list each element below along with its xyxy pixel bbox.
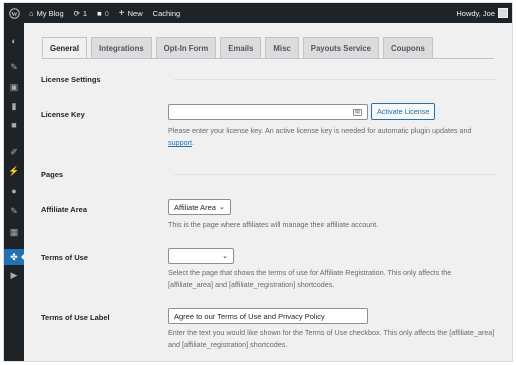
account-menu[interactable]: Howdy, Joe [451,3,512,23]
affiliate-area-select[interactable]: Affiliate Area ⌄ [168,199,231,215]
terms-of-use-label-description: Enter the text you would like shown for … [168,328,495,349]
greeting: Howdy, Joe [456,8,495,18]
chevron-down-icon: ⌄ [218,204,225,211]
plus-icon: + [118,7,125,19]
support-link[interactable]: support [168,138,192,147]
comments-icon: ■ [97,8,102,18]
plugins-icon[interactable]: ⚡ [4,163,24,179]
affiliatewp-icon[interactable]: ✤ [4,249,25,265]
new-label: New [127,8,143,18]
svg-text:W: W [11,10,18,17]
tabs-divider [42,58,494,59]
tab-general[interactable]: General [42,37,88,59]
license-key-input[interactable]: ▤ [168,104,368,120]
terms-of-use-select[interactable]: ⌄ [168,248,234,264]
terms-of-use-label: Terms of Use [41,253,88,262]
activate-license-button[interactable]: Activate License [371,103,436,120]
license-key-description: Please enter your license key. An active… [168,125,498,149]
wordpress-logo-icon[interactable]: W [4,3,24,23]
site-name: My Blog [36,8,64,18]
tab-misc[interactable]: Misc [265,37,299,58]
play-icon[interactable]: ▶ [4,267,24,283]
affiliate-area-label: Affiliate Area [41,205,87,214]
terms-of-use-label-input[interactable]: Agree to our Terms of Use and Privacy Po… [168,308,368,324]
updates-count: 1 [82,8,88,18]
tab-coupons[interactable]: Coupons [383,37,433,58]
comments-menu[interactable]: ■ 0 [92,3,114,23]
media-icon[interactable]: ▣ [4,79,24,95]
section-divider [174,79,496,80]
users-icon[interactable]: ● [4,183,24,199]
tab-emails[interactable]: Emails [220,37,262,58]
updates-icon: ⟳ [73,8,80,18]
caching-label: Caching [152,8,181,18]
license-settings-heading: License Settings [41,75,101,84]
terms-of-use-description: Select the page that shows the terms of … [168,268,452,289]
tools-icon[interactable]: ✎ [4,203,24,219]
caching-menu[interactable]: Caching [148,3,186,23]
pages-icon[interactable]: ▮ [4,98,24,114]
home-icon: ⌂ [29,8,34,18]
tab-opt-in-form[interactable]: Opt-In Form [155,37,217,58]
pages-heading: Pages [41,170,64,179]
license-description-end: . [191,138,194,147]
appearance-icon[interactable]: ✐ [4,144,24,160]
license-key-label: License Key [41,110,85,119]
license-description-text: Please enter your license key. An active… [168,126,472,135]
terms-of-use-label-value: Agree to our Terms of Use and Privacy Po… [174,311,325,321]
chevron-down-icon: ⌄ [222,253,228,260]
admin-bar: W ⌂ My Blog ⟳ 1 ■ 0 + New Caching Howdy,… [4,3,512,23]
tab-integrations[interactable]: Integrations [91,37,152,58]
comments-menu-icon[interactable]: ■ [4,117,24,133]
terms-of-use-label-label: Terms of Use Label [41,313,110,322]
updates-menu[interactable]: ⟳ 1 [69,3,92,23]
new-content-menu[interactable]: + New [114,3,148,23]
comments-count: 0 [104,8,109,18]
settings-content: General Integrations Opt-In Form Emails … [24,23,512,361]
affiliate-area-selected: Affiliate Area [174,202,216,212]
affiliate-area-description: This is the page where affiliates will m… [168,220,379,229]
pin-icon[interactable]: ✎ [4,59,24,75]
avatar [498,8,508,18]
screenshot-frame: W ⌂ My Blog ⟳ 1 ■ 0 + New Caching Howdy,… [3,2,513,362]
settings-tabs: General Integrations Opt-In Form Emails … [42,37,433,59]
dashboard-icon[interactable]: ◐ [4,33,24,49]
section-divider [174,174,496,175]
admin-sidebar: ◐ ✎ ▣ ▮ ■ ✐ ⚡ ● ✎ ▦ ✤ ▶ [4,23,25,361]
tab-payouts-service[interactable]: Payouts Service [302,37,380,58]
site-name-menu[interactable]: ⌂ My Blog [24,3,69,23]
settings-icon[interactable]: ▦ [4,224,24,240]
password-manager-icon[interactable]: ▤ [353,108,362,116]
